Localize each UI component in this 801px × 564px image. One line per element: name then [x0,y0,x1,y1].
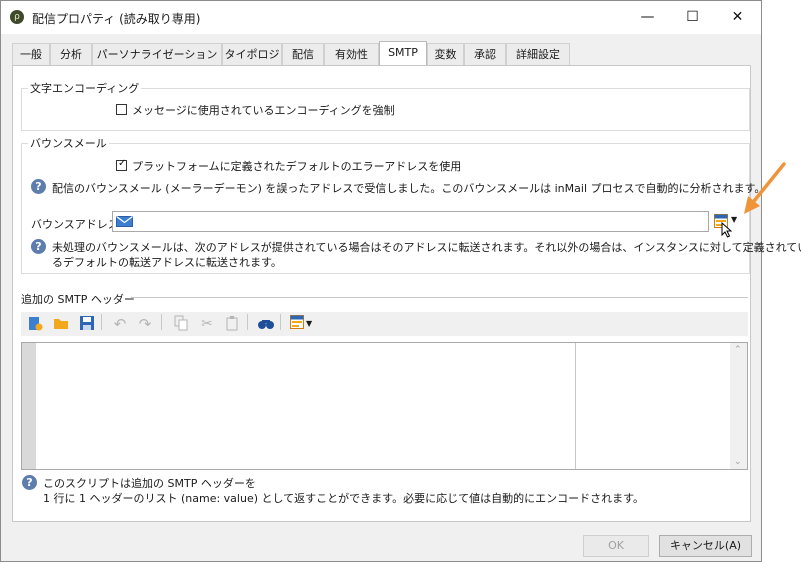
bounce-address-input[interactable] [112,211,709,232]
title-bar: ρ 配信プロパティ (読み取り専用) — ☐ ✕ [1,1,761,34]
tab-general[interactable]: 一般 [12,43,50,65]
new-script-icon[interactable] [26,315,44,333]
tab-personalization[interactable]: パーソナライゼーション [92,43,222,65]
redo-icon[interactable]: ↷ [136,315,154,333]
insert-field-icon[interactable] [288,315,306,333]
smtp-tab-panel: 文字エンコーディング メッセージに使用されているエンコーディングを強制 バウンス… [12,65,801,522]
help-icon: ? [31,239,46,254]
force-encoding-label: メッセージに使用されているエンコーディングを強制 [132,104,395,117]
maximize-button[interactable]: ☐ [670,1,715,34]
ok-button[interactable]: OK [583,535,649,557]
help-icon: ? [31,179,46,194]
close-button[interactable]: ✕ [715,1,760,34]
toolbar-separator [247,314,248,330]
script-editor[interactable]: ⌃ ⌄ [21,342,748,470]
tab-smtp[interactable]: SMTP [379,41,427,66]
tab-validity[interactable]: 有効性 [324,43,379,65]
toolbar-separator [101,314,102,330]
bounce-mail-group: バウンスメール ✓ プラットフォームに定義されたデフォルトのエラーアドレスを使用… [21,135,801,274]
open-folder-icon[interactable] [52,315,70,333]
app-icon: ρ [10,10,24,24]
scroll-up-icon[interactable]: ⌃ [734,345,742,355]
use-default-error-address-checkbox[interactable]: ✓ [116,158,127,171]
annotation-arrow [744,162,786,214]
bounce-address-label: バウンスアドレス: [31,218,123,231]
script-toolbar: ↶ ↷ ✂ ▼ [21,312,748,336]
window-title: 配信プロパティ (読み取り専用) [32,12,201,26]
use-default-error-address-label: プラットフォームに定義されたデフォルトのエラーアドレスを使用 [132,160,462,173]
editor-margin-line [575,343,576,469]
forward-help-text-line2: るデフォルトの転送アドレスに転送されます。 [52,256,282,269]
force-encoding-checkbox[interactable] [116,104,127,115]
paste-icon[interactable] [223,315,241,333]
scroll-down-icon[interactable]: ⌄ [734,457,742,467]
tab-typology[interactable]: タイポロジ [222,43,282,65]
cut-icon[interactable]: ✂ [198,315,216,333]
checkmark-icon: ✓ [118,158,127,169]
smtp-headers-title: 追加の SMTP ヘッダー [21,293,135,306]
tab-advanced[interactable]: 詳細設定 [506,43,570,65]
smtp-help-text-line1: このスクリプトは追加の SMTP ヘッダーを [43,477,256,490]
forward-help-text-line1: 未処理のバウンスメールは、次のアドレスが提供されている場合はそのアドレスに転送さ… [52,241,801,254]
copy-icon[interactable] [172,315,190,333]
minimize-button[interactable]: — [625,1,670,34]
properties-dialog: ρ 配信プロパティ (読み取り専用) — ☐ ✕ 一般 分析 パーソナライゼーシ… [0,0,801,562]
tab-analysis[interactable]: 分析 [50,43,92,65]
tab-delivery[interactable]: 配信 [282,43,324,65]
find-icon[interactable] [257,315,275,333]
editor-gutter [22,343,36,469]
bounce-group-title: バウンスメール [28,135,109,151]
cancel-button[interactable]: キャンセル(A) [659,535,752,557]
chevron-down-icon[interactable]: ▼ [306,319,312,328]
save-icon[interactable] [78,315,96,333]
editor-scrollbar[interactable]: ⌃ ⌄ [730,343,747,469]
help-icon: ? [22,475,37,490]
undo-icon[interactable]: ↶ [111,315,129,333]
tab-variables[interactable]: 変数 [427,43,464,65]
encoding-group: 文字エンコーディング メッセージに使用されているエンコーディングを強制 [21,80,750,131]
toolbar-separator [161,314,162,330]
envelope-icon [116,216,133,227]
tab-approval[interactable]: 承認 [464,43,506,65]
encoding-group-title: 文字エンコーディング [28,80,142,96]
bounce-help-text: 配信のバウンスメール (メーラーデーモン) を誤ったアドレスで受信しました。この… [52,182,766,195]
mouse-cursor-icon [721,222,732,238]
smtp-help-text-line2: 1 行に 1 ヘッダーのリスト (name: value) として返すことができ… [43,492,644,505]
toolbar-separator [280,314,281,330]
section-divider [131,297,748,298]
